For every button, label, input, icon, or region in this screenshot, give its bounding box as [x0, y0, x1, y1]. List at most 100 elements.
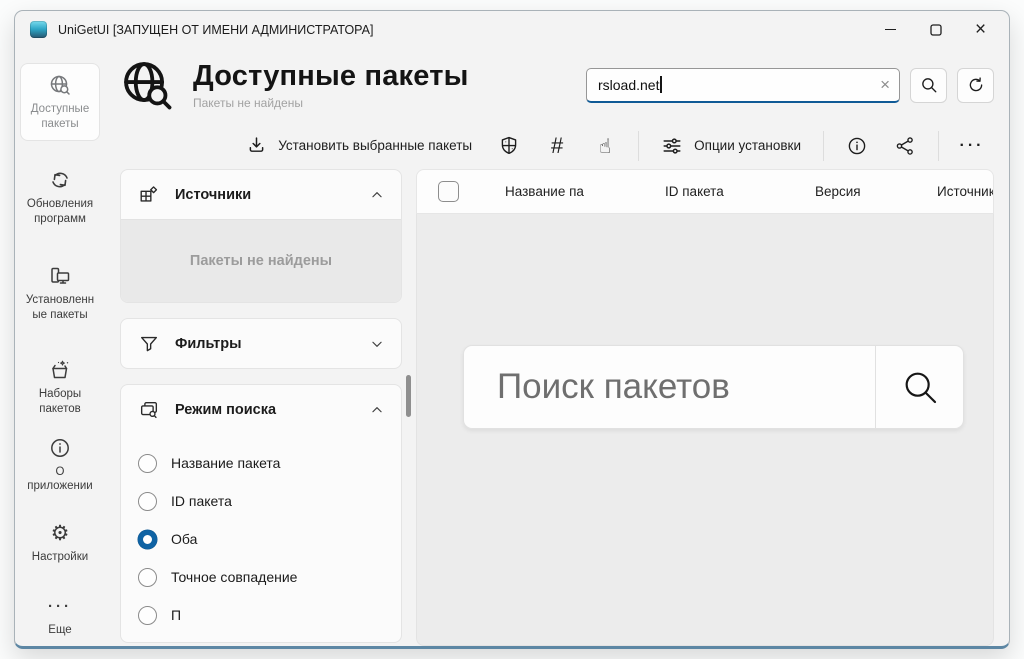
interactive-select-button[interactable]: ☝: [583, 128, 627, 164]
left-panel-scrollbar: [402, 169, 416, 646]
workspace: Источники Пакеты не найдены: [105, 169, 994, 646]
share-button[interactable]: [883, 128, 927, 164]
page-subtitle: Пакеты не найдены: [193, 96, 469, 110]
search-area: rsload.net ×: [586, 68, 994, 103]
radio-label: Название пакета: [171, 455, 280, 471]
column-header-version[interactable]: Версия: [789, 184, 911, 199]
sidebar-item-bundles[interactable]: Наборы пакетов: [20, 348, 100, 426]
sidebar-item-about[interactable]: О приложении: [20, 426, 100, 504]
sidebar-item-label: Настройки: [32, 550, 88, 565]
maximize-icon: [930, 24, 942, 36]
ellipsis-icon: ···: [48, 592, 72, 620]
search-mode-options: Название пакета ID пакета Оба: [121, 434, 401, 642]
page-title: Доступные пакеты: [193, 60, 469, 93]
radio-option-package-id[interactable]: ID пакета: [138, 482, 395, 520]
chevron-up-icon: [370, 188, 384, 202]
column-header-name[interactable]: Название па: [479, 184, 639, 199]
minimize-icon: [885, 29, 896, 30]
search-button[interactable]: [910, 68, 947, 103]
search-icon: [900, 367, 940, 407]
search-input[interactable]: rsload.net ×: [586, 68, 900, 103]
title-block: Доступные пакеты Пакеты не найдены: [193, 60, 469, 110]
radio-option-package-name[interactable]: Название пакета: [138, 444, 395, 482]
sources-empty-message: Пакеты не найдены: [121, 219, 401, 302]
sidebar-item-label: О приложении: [24, 465, 96, 495]
more-options-button[interactable]: ···: [950, 128, 994, 164]
screenshot-stage: UniGetUI [ЗАПУЩЕН ОТ ИМЕНИ АДМИНИСТРАТОР…: [0, 0, 1024, 659]
scrollbar-thumb[interactable]: [406, 375, 411, 417]
search-mode-panel-title: Режим поиска: [175, 402, 276, 418]
sources-panel-title: Источники: [175, 187, 251, 203]
radio-icon: [138, 454, 157, 473]
install-options-label: Опции установки: [694, 138, 801, 153]
package-details-button[interactable]: [835, 128, 879, 164]
admin-shield-button[interactable]: [487, 128, 531, 164]
sidebar-item-more[interactable]: ··· Еще: [20, 584, 100, 647]
filters-panel: Фильтры: [120, 318, 402, 369]
refresh-icon: [967, 76, 985, 94]
maximize-button[interactable]: [913, 14, 958, 45]
toolbar: Установить выбранные пакеты # ☝: [105, 122, 994, 169]
radio-option-both[interactable]: Оба: [138, 520, 395, 558]
search-mode-panel: Режим поиска Название пакета: [120, 384, 402, 643]
gear-icon: ⚙: [51, 519, 70, 547]
sources-grid-icon: [138, 184, 160, 206]
column-header-id[interactable]: ID пакета: [639, 184, 789, 199]
minimize-button[interactable]: [868, 14, 913, 45]
sidebar-item-discover[interactable]: Доступные пакеты: [20, 63, 100, 141]
packages-search-button[interactable]: [875, 345, 964, 429]
sources-panel: Источники Пакеты не найдены: [120, 169, 402, 303]
clear-search-icon[interactable]: ×: [880, 76, 890, 93]
window-controls: ×: [868, 14, 1003, 45]
search-icon: [920, 76, 938, 94]
spacer: [120, 303, 402, 318]
app-body: Доступные пакеты Обновления программ: [15, 48, 1009, 646]
close-button[interactable]: ×: [958, 14, 1003, 45]
hash-icon: #: [551, 133, 563, 159]
packages-search-input[interactable]: Поиск пакетов: [463, 345, 875, 429]
installed-packages-icon: [48, 262, 72, 290]
packages-table-body: Поиск пакетов: [416, 214, 994, 646]
sidebar-item-updates[interactable]: Обновления программ: [20, 158, 100, 236]
download-icon: [246, 135, 267, 156]
refresh-button[interactable]: [957, 68, 994, 103]
install-selected-label: Установить выбранные пакеты: [278, 138, 472, 153]
search-query-text: rsload.net: [598, 77, 659, 93]
radio-label: П: [171, 607, 181, 623]
globe-search-icon: [48, 71, 72, 99]
hand-pointer-icon: ☝: [599, 134, 611, 158]
chevron-up-icon: [370, 403, 384, 417]
toolbar-divider: [938, 131, 939, 161]
filters-panel-title: Фильтры: [175, 336, 241, 352]
spacer: [120, 369, 402, 384]
package-bundle-icon: [48, 356, 72, 384]
sidebar-item-installed[interactable]: Установленные пакеты: [20, 254, 100, 332]
column-header-source[interactable]: Источник: [911, 184, 993, 199]
packages-panel: Название па ID пакета Версия Источник По…: [416, 169, 994, 646]
sources-panel-header[interactable]: Источники: [121, 170, 401, 219]
radio-label: Точное совпадение: [171, 569, 297, 585]
app-window: UniGetUI [ЗАПУЩЕН ОТ ИМЕНИ АДМИНИСТРАТОР…: [14, 10, 1010, 649]
sidebar-item-label: Установленные пакеты: [24, 293, 96, 323]
radio-option-clipped[interactable]: П: [138, 596, 395, 634]
sidebar-item-label: Обновления программ: [24, 197, 96, 227]
select-all-checkbox[interactable]: [438, 181, 459, 202]
radio-option-exact-match[interactable]: Точное совпадение: [138, 558, 395, 596]
install-options-button[interactable]: Опции установки: [650, 128, 812, 164]
content-area: Доступные пакеты Пакеты не найдены rsloa…: [105, 48, 1009, 646]
info-icon: [846, 135, 868, 157]
radio-icon: [138, 606, 157, 625]
info-icon: [48, 434, 72, 462]
sidebar: Доступные пакеты Обновления программ: [15, 48, 105, 646]
hash-button[interactable]: #: [535, 128, 579, 164]
left-panel-column: Источники Пакеты не найдены: [120, 169, 402, 646]
radio-label: ID пакета: [171, 493, 232, 509]
packages-table-header: Название па ID пакета Версия Источник: [416, 169, 994, 214]
share-icon: [894, 135, 916, 157]
search-mode-panel-header[interactable]: Режим поиска: [121, 385, 401, 434]
sidebar-item-settings[interactable]: ⚙ Настройки: [20, 511, 100, 574]
filters-panel-header[interactable]: Фильтры: [121, 319, 401, 368]
titlebar: UniGetUI [ЗАПУЩЕН ОТ ИМЕНИ АДМИНИСТРАТОР…: [15, 11, 1009, 48]
install-selected-button[interactable]: Установить выбранные пакеты: [235, 128, 483, 163]
text-caret: [660, 76, 662, 93]
